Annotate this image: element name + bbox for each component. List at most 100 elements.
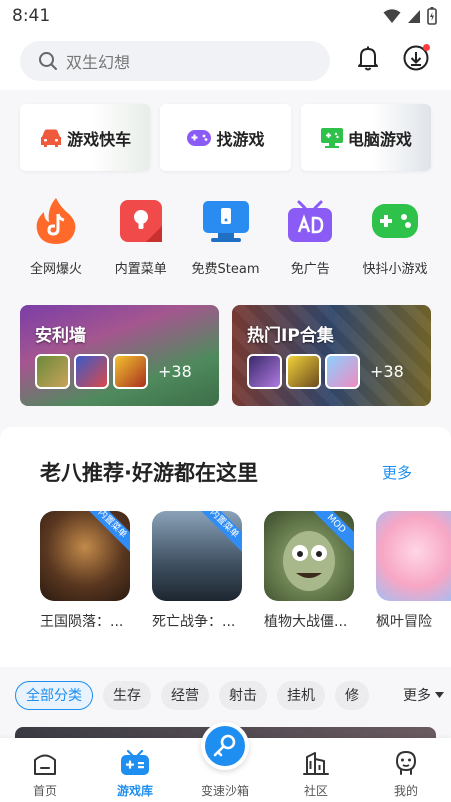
search-input[interactable]: 双生幻想: [20, 41, 330, 81]
category-chip[interactable]: 经营: [161, 680, 209, 710]
game-badge: 内置菜单: [78, 511, 130, 558]
quick-link-no-ads[interactable]: 免广告: [268, 196, 352, 286]
search-placeholder: 双生幻想: [66, 53, 131, 72]
pc-games-label: 电脑游戏: [347, 129, 412, 149]
quick-link-trending[interactable]: 全网爆火: [14, 196, 98, 286]
game-card[interactable]: 内置菜单 王国陨落：...: [40, 511, 130, 631]
category-bar: 全部分类 生存 经营 射击 挂机 修 更多: [0, 667, 451, 723]
game-library-icon: [120, 748, 150, 778]
banner-avatars: +38: [35, 354, 192, 389]
banner-count: +38: [158, 362, 192, 381]
nav-game-library[interactable]: 游戏库: [100, 748, 170, 799]
battery-icon: [427, 7, 437, 25]
hot-ip-banner[interactable]: 热门IP合集 +38: [232, 305, 431, 406]
car-icon: [41, 129, 62, 147]
home-icon: [30, 748, 60, 778]
game-avatar: [247, 354, 282, 389]
quick-link-label: 内置菜单: [114, 262, 167, 277]
game-card[interactable]: MOD 植物大战僵...: [264, 511, 354, 631]
quick-link-label: 全网爆火: [29, 262, 82, 277]
quick-link-free-steam[interactable]: 免费Steam: [184, 196, 268, 286]
caret-down-icon: [435, 692, 444, 698]
wifi-icon: [383, 9, 401, 23]
category-chip[interactable]: 射击: [219, 680, 267, 710]
recommend-wall-banner[interactable]: 安利墙 +38: [20, 305, 219, 406]
gamepad-icon: [187, 129, 212, 146]
game-express-label: 游戏快车: [67, 129, 132, 149]
game-badge: 内置菜单: [190, 511, 242, 558]
steam-monitor-icon: [201, 196, 251, 246]
pc-games-card[interactable]: 电脑游戏: [300, 104, 431, 171]
feature-cards: 游戏快车 找游戏 电脑游戏: [20, 104, 431, 171]
game-avatar: [113, 354, 148, 389]
community-building-icon: [301, 748, 331, 778]
recommend-header: 老八推荐·好游都在这里 更多: [40, 457, 412, 487]
banner-count: +38: [370, 362, 404, 381]
search-icon: [39, 52, 57, 70]
category-chip-all[interactable]: 全部分类: [15, 680, 93, 710]
game-name: 植物大战僵...: [264, 614, 348, 630]
game-name: 死亡战争：...: [152, 614, 236, 630]
notification-dot: [423, 44, 430, 51]
game-icon: 内置菜单: [40, 511, 130, 601]
monitor-gamepad-icon: [320, 127, 343, 148]
download-manager-button[interactable]: [400, 42, 432, 74]
status-icons: [383, 7, 437, 25]
recommend-title: 老八推荐·好游都在这里: [40, 461, 258, 485]
bottom-nav: 首页 游戏库 变速沙箱 社区 我的: [0, 722, 451, 802]
nav-home[interactable]: 首页: [10, 748, 80, 799]
category-chip[interactable]: 挂机: [277, 680, 325, 710]
game-card[interactable]: 枫叶冒险: [376, 511, 451, 631]
recommend-more-link[interactable]: 更多: [382, 462, 412, 483]
nav-speed-sandbox[interactable]: [201, 722, 249, 770]
quick-links: 全网爆火 内置菜单 免费Steam 免广告 快抖小游戏: [14, 196, 437, 286]
game-name: 枫叶冒险: [376, 614, 432, 630]
status-bar: 8:41: [0, 0, 451, 32]
quick-link-label: 快抖小游戏: [362, 262, 428, 277]
category-more-label: 更多: [403, 688, 431, 704]
game-avatar: [35, 354, 70, 389]
top-bar: 双生幻想: [0, 32, 451, 90]
recommend-game-list: 内置菜单 王国陨落：... 内置菜单 死亡战争：... MOD 植物大战僵...…: [40, 511, 451, 631]
mini-game-icon: [370, 196, 420, 246]
no-ads-icon: [285, 196, 335, 246]
game-avatar: [74, 354, 109, 389]
banner-title: 安利墙: [35, 326, 86, 346]
nav-label: 游戏库: [116, 784, 153, 798]
game-avatar: [286, 354, 321, 389]
quick-link-mini-games[interactable]: 快抖小游戏: [353, 196, 437, 286]
quick-link-label: 免费Steam: [191, 262, 260, 277]
key-icon: [213, 734, 236, 757]
banner-title: 热门IP合集: [247, 326, 334, 346]
banners: 安利墙 +38 热门IP合集 +38: [20, 305, 431, 406]
nav-label: 首页: [32, 784, 57, 798]
banner-avatars: +38: [247, 354, 404, 389]
find-game-card[interactable]: 找游戏: [160, 104, 291, 171]
notification-button[interactable]: [352, 42, 384, 74]
category-chip[interactable]: 修: [335, 680, 369, 710]
game-icon: MOD: [264, 511, 354, 601]
game-icon: 内置菜单: [152, 511, 242, 601]
quick-link-label: 免广告: [290, 262, 330, 277]
tiktok-flame-icon: [31, 196, 81, 246]
nav-label: 社区: [303, 784, 328, 798]
find-game-label: 找游戏: [216, 129, 265, 149]
category-chip[interactable]: 生存: [103, 680, 151, 710]
nav-profile[interactable]: 我的: [371, 748, 441, 799]
category-more-button[interactable]: 更多: [387, 667, 451, 723]
profile-icon: [391, 748, 421, 778]
recommend-section: 老八推荐·好游都在这里 更多 内置菜单 王国陨落：... 内置菜单 死亡战争：.…: [0, 427, 451, 667]
game-card[interactable]: 内置菜单 死亡战争：...: [152, 511, 242, 631]
nav-community[interactable]: 社区: [281, 748, 351, 799]
menu-bulb-icon: [116, 196, 166, 246]
bell-icon: [358, 46, 378, 71]
game-icon: [376, 511, 451, 601]
nav-label: 变速沙箱: [200, 784, 249, 798]
quick-link-menu[interactable]: 内置菜单: [99, 196, 183, 286]
signal-icon: [408, 10, 420, 23]
game-name: 王国陨落：...: [40, 614, 124, 630]
game-express-card[interactable]: 游戏快车: [20, 104, 151, 171]
nav-label: 我的: [393, 784, 418, 798]
game-avatar: [325, 354, 360, 389]
status-time: 8:41: [12, 6, 51, 26]
